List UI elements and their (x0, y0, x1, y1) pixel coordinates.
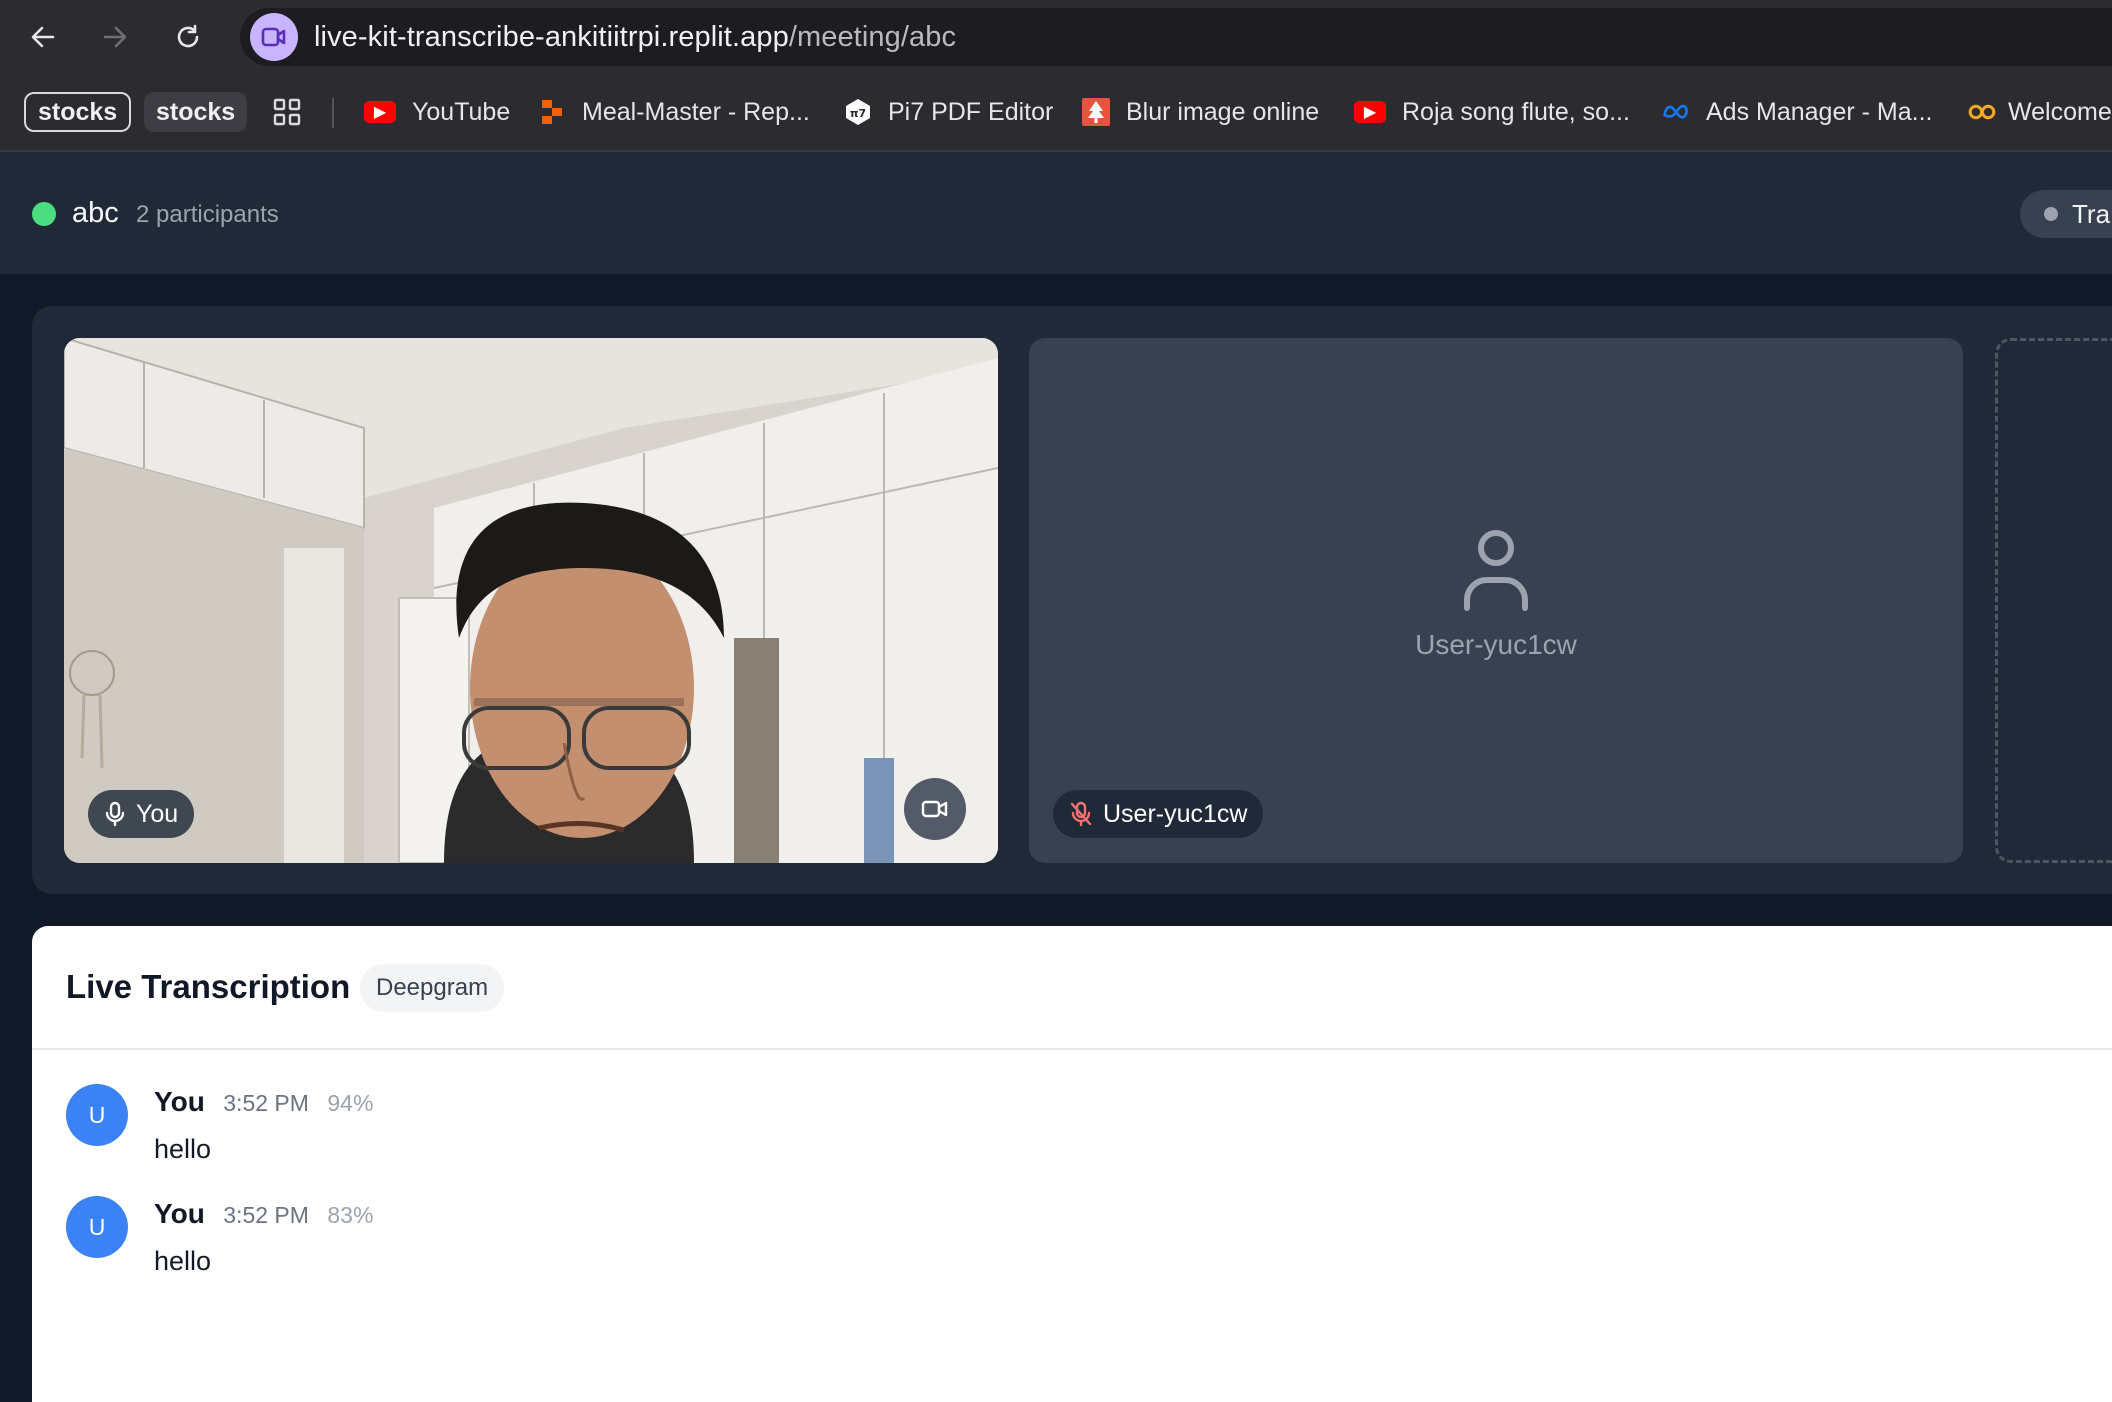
bookmark-stocks-1[interactable]: stocks (24, 92, 132, 132)
pi7-icon: π7 (844, 98, 872, 126)
youtube-icon: ▶ (1354, 101, 1386, 123)
speaker-name: You (154, 1198, 205, 1229)
provider-badge: Deepgram (360, 964, 505, 1012)
transcription-toggle-button[interactable]: Tra (2020, 190, 2112, 238)
youtube-icon: ▶ (364, 101, 396, 123)
local-participant-tag: You (88, 790, 195, 838)
reload-button[interactable] (167, 16, 209, 58)
apps-grid-icon (273, 98, 301, 126)
connection-status-dot (32, 202, 56, 226)
bookmark-meal-master[interactable]: Meal-Master - Rep... (538, 92, 810, 132)
local-participant-name: You (136, 799, 179, 828)
tree-icon (1082, 98, 1110, 126)
toggle-status-dot (2044, 207, 2058, 221)
empty-participant-slot (1995, 338, 2112, 863)
transcript-text: hello (154, 1134, 212, 1164)
speaker-name: You (154, 1086, 205, 1117)
remote-participant-tag: User-yuc1cw (1053, 790, 1264, 838)
bookmark-label: Pi7 PDF Editor (888, 97, 1054, 126)
bookmark-label: YouTube (412, 97, 511, 126)
remote-participant-tile: User-yuc1cw User-yuc1cw (1029, 338, 1963, 863)
user-avatar-icon (1464, 530, 1528, 611)
camera-toggle-button[interactable] (904, 778, 966, 840)
bookmark-blur-image[interactable]: Blur image online (1082, 92, 1319, 132)
meta-icon (1662, 98, 1690, 126)
confidence: 83% (327, 1202, 374, 1228)
bookmark-stocks-2[interactable]: stocks (144, 92, 248, 132)
apps-grid-button[interactable] (272, 92, 302, 132)
transcript-meta: You 3:52 PM 83% (154, 1198, 373, 1230)
forward-arrow-icon (103, 26, 127, 48)
remote-placeholder: User-yuc1cw (1029, 528, 1963, 661)
timestamp: 3:52 PM (223, 1090, 309, 1116)
bookmarks-bar: stocks stocks ▶ YouTube Meal-Master - Re… (0, 72, 2112, 152)
bookmarks-separator (332, 98, 334, 128)
back-arrow-icon (31, 26, 55, 48)
back-button[interactable] (22, 16, 64, 58)
video-camera-icon (921, 800, 948, 818)
transcription-panel: Live Transcription Deepgram U You 3:52 P… (32, 926, 2112, 1402)
reload-icon (177, 24, 199, 48)
bookmark-label: Roja song flute, so... (1402, 97, 1630, 126)
coursera-icon (1968, 98, 1996, 126)
address-bar[interactable]: live-kit-transcribe-ankitiitrpi.replit.a… (240, 8, 2112, 66)
camera-feed-image (64, 338, 998, 863)
forward-button[interactable] (94, 16, 136, 58)
transcription-header: Live Transcription Deepgram (32, 926, 2112, 1050)
avatar: U (66, 1196, 128, 1258)
meeting-header: abc 2 participants Tra (0, 154, 2112, 274)
microphone-muted-icon (1070, 801, 1092, 827)
transcript-text: hello (154, 1246, 212, 1276)
url-text: live-kit-transcribe-ankitiitrpi.replit.a… (314, 20, 957, 53)
toggle-label: Tra (2072, 198, 2111, 229)
microphone-icon (105, 801, 125, 827)
bookmark-pi7[interactable]: π7 Pi7 PDF Editor (844, 92, 1053, 132)
bookmark-label: Meal-Master - Rep... (582, 97, 810, 126)
transcript-meta: You 3:52 PM 94% (154, 1086, 373, 1118)
bookmark-roja-song[interactable]: ▶ Roja song flute, so... (1354, 92, 1630, 132)
avatar: U (66, 1084, 128, 1146)
bookmark-label: Welcome (2008, 97, 2112, 126)
bookmark-welcome[interactable]: Welcome (1968, 92, 2112, 132)
video-camera-icon (250, 13, 298, 61)
confidence: 94% (327, 1090, 374, 1116)
local-video-tile: You (64, 338, 998, 863)
transcription-title: Live Transcription (66, 968, 351, 1005)
bookmark-ads-manager[interactable]: Ads Manager - Ma... (1662, 92, 1932, 132)
browser-toolbar: live-kit-transcribe-ankitiitrpi.replit.a… (0, 0, 2112, 72)
timestamp: 3:52 PM (223, 1202, 309, 1228)
remote-participant-label: User-yuc1cw (1103, 799, 1248, 828)
room-name: abc (72, 197, 119, 229)
bookmark-label: Ads Manager - Ma... (1706, 97, 1933, 126)
bookmark-youtube[interactable]: ▶ YouTube (364, 92, 510, 132)
replit-icon (538, 98, 566, 126)
participant-count: 2 participants (136, 201, 279, 228)
remote-participant-name: User-yuc1cw (1415, 629, 1577, 660)
svg-text:π7: π7 (850, 107, 866, 120)
bookmark-label: Blur image online (1126, 97, 1320, 126)
